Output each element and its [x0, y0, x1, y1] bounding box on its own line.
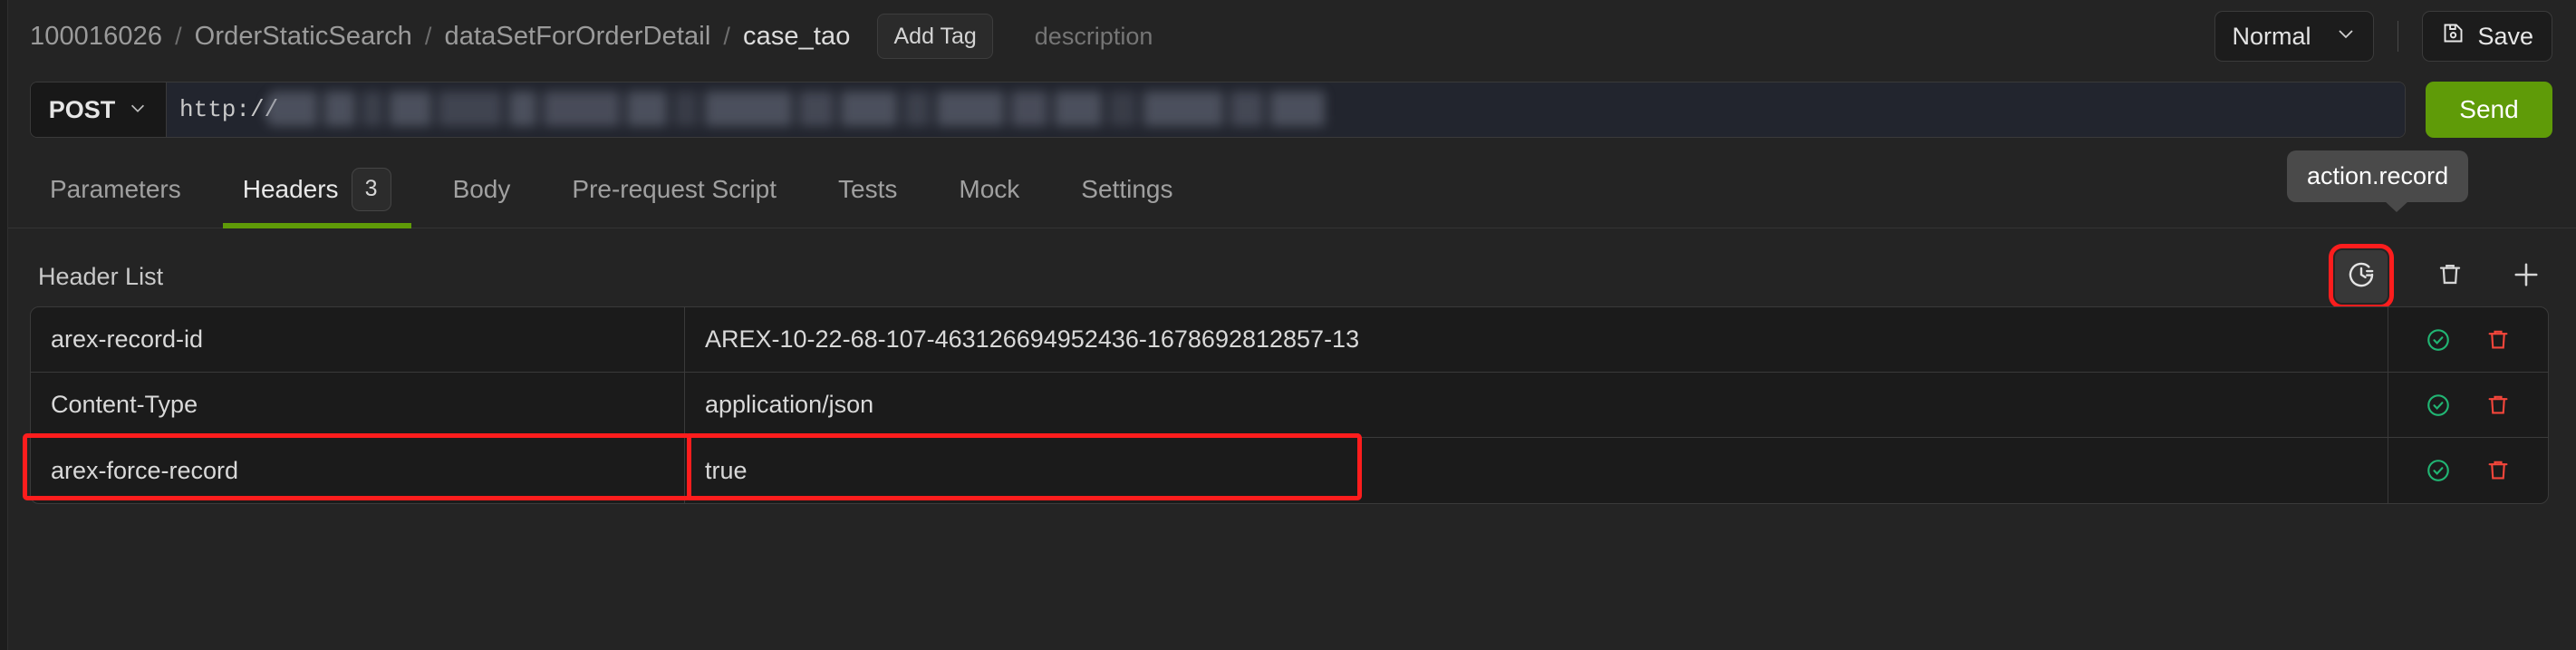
save-button[interactable]: Save: [2422, 11, 2552, 62]
breadcrumb-item-folder[interactable]: dataSetForOrderDetail: [445, 22, 711, 52]
send-button[interactable]: Send: [2426, 82, 2552, 138]
add-header-button[interactable]: [2500, 250, 2552, 303]
chevron-down-icon: [2335, 23, 2357, 51]
header-list-table: arex-record-id AREX-10-22-68-107-4631266…: [23, 306, 2549, 504]
chevron-down-icon: [128, 96, 148, 124]
delete-all-headers-button[interactable]: [2424, 250, 2476, 303]
check-circle-icon[interactable]: [2425, 457, 2452, 484]
url-input-group: POST http://: [30, 82, 2406, 138]
trash-icon[interactable]: [2484, 326, 2512, 354]
breadcrumb-separator: /: [424, 22, 432, 50]
tab-label: Mock: [959, 174, 1020, 203]
tab-label: Tests: [838, 174, 898, 203]
action-record-tooltip: action.record: [2287, 150, 2469, 212]
table-row[interactable]: Content-Type application/json: [31, 373, 2548, 438]
check-circle-icon[interactable]: [2425, 392, 2452, 419]
trash-icon: [2436, 260, 2465, 294]
record-history-icon: [2346, 259, 2377, 295]
tab-parameters[interactable]: Parameters: [30, 150, 201, 228]
plus-icon: [2510, 258, 2542, 296]
header-value-cell[interactable]: AREX-10-22-68-107-463126694952436-167869…: [685, 307, 2388, 372]
header-value-cell[interactable]: application/json: [685, 373, 2388, 437]
tab-pre-request-script[interactable]: Pre-request Script: [552, 150, 796, 228]
breadcrumb-item-collection[interactable]: OrderStaticSearch: [195, 22, 412, 52]
record-history-button[interactable]: [2329, 244, 2394, 309]
header-key-cell[interactable]: arex-record-id: [31, 307, 685, 372]
breadcrumb-separator: /: [723, 22, 730, 50]
http-method-select[interactable]: POST: [31, 82, 167, 137]
trash-icon[interactable]: [2484, 392, 2512, 419]
header-list-toolbar: Header List: [8, 244, 2576, 309]
table-row[interactable]: arex-force-record true: [23, 433, 2548, 503]
request-mode-value: Normal: [2232, 22, 2311, 50]
tab-label: Parameters: [50, 174, 181, 203]
header-list-title: Header List: [38, 262, 164, 290]
breadcrumb-separator: /: [175, 22, 182, 50]
request-tabs: Parameters Headers 3 Body Pre-request Sc…: [8, 150, 2576, 228]
header-value-cell[interactable]: true: [685, 438, 2388, 503]
request-mode-select[interactable]: Normal: [2214, 11, 2375, 62]
save-button-label: Save: [2477, 22, 2533, 50]
request-url-row: POST http:// Send: [8, 73, 2576, 147]
breadcrumb-header: 100016026 / OrderStaticSearch / dataSetF…: [8, 0, 2576, 73]
left-rail: [0, 0, 8, 650]
breadcrumb-item-workspace[interactable]: 100016026: [30, 22, 162, 52]
url-redacted-overlay: [265, 86, 1334, 133]
request-editor-page: 100016026 / OrderStaticSearch / dataSetF…: [0, 0, 2576, 650]
tab-label: Body: [452, 174, 511, 203]
header-key-cell[interactable]: Content-Type: [31, 373, 685, 437]
tab-headers[interactable]: Headers 3: [222, 150, 411, 228]
http-method-value: POST: [48, 95, 116, 123]
description-placeholder[interactable]: description: [1035, 23, 1153, 51]
header-key-cell[interactable]: arex-force-record: [31, 438, 685, 503]
url-input[interactable]: http://: [167, 82, 2405, 137]
tab-label: Settings: [1081, 174, 1173, 203]
breadcrumb-item-case[interactable]: case_tao: [743, 22, 851, 52]
tab-tests[interactable]: Tests: [818, 150, 917, 228]
floppy-disk-icon: [2441, 21, 2465, 52]
header-row-actions: [2388, 438, 2548, 503]
table-row[interactable]: arex-record-id AREX-10-22-68-107-4631266…: [31, 307, 2548, 373]
tab-body[interactable]: Body: [433, 150, 531, 228]
tab-label: Pre-request Script: [572, 174, 777, 203]
check-circle-icon[interactable]: [2425, 326, 2452, 354]
url-text-prefix: http://: [179, 96, 279, 123]
add-tag-button[interactable]: Add Tag: [877, 14, 993, 59]
tab-label: Headers: [242, 174, 339, 203]
tab-mock[interactable]: Mock: [939, 150, 1039, 228]
header-row-actions: [2388, 307, 2548, 372]
header-row-actions: [2388, 373, 2548, 437]
tab-settings[interactable]: Settings: [1061, 150, 1192, 228]
trash-icon[interactable]: [2484, 457, 2512, 484]
breadcrumb: 100016026 / OrderStaticSearch / dataSetF…: [30, 22, 850, 52]
tab-headers-badge: 3: [351, 167, 391, 211]
